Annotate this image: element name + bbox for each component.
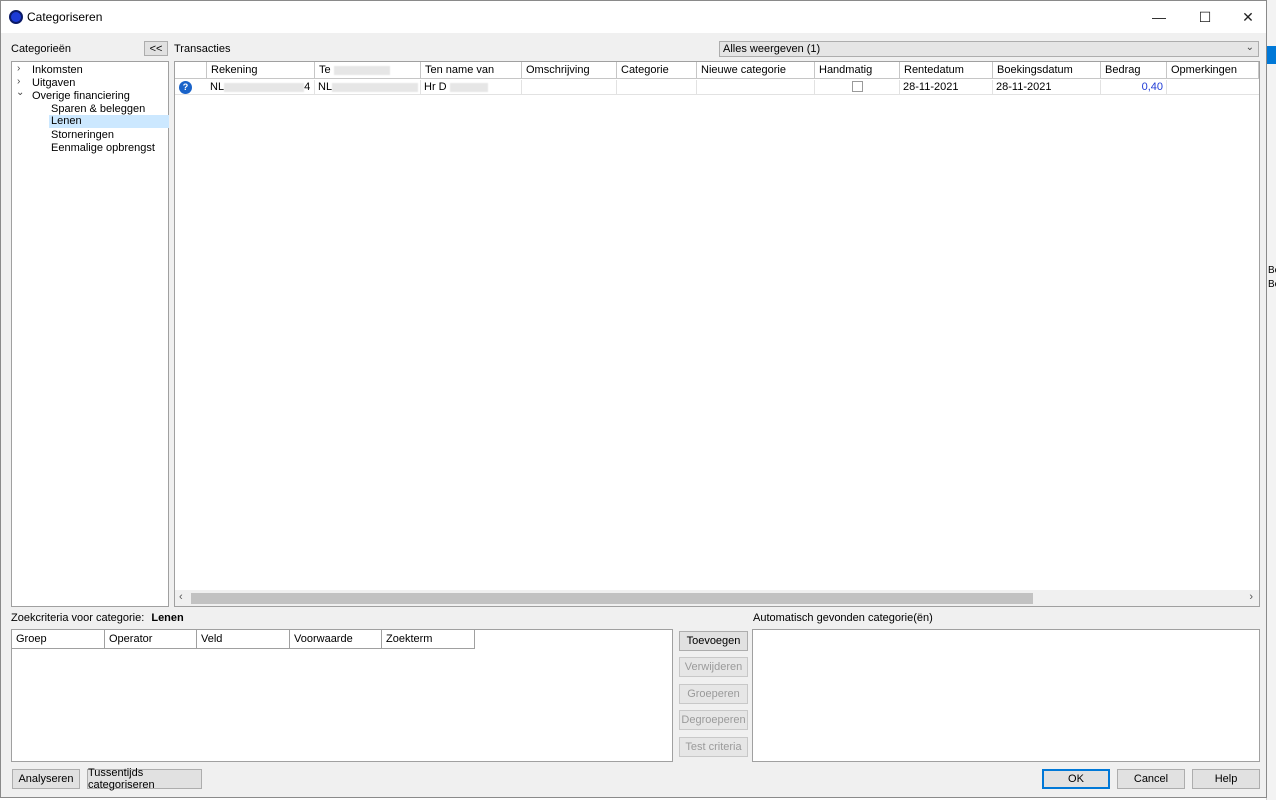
tree-item-storneringen[interactable]: Storneringen [51,129,114,142]
background-window-edge: Be Be [1266,0,1276,800]
app-icon [9,10,23,24]
maximize-icon: ☐ [1198,8,1212,25]
horizontal-scrollbar[interactable]: ‹ › [175,590,1259,606]
close-button[interactable]: ✕ [1225,1,1271,33]
column-header-bedrag[interactable]: Bedrag [1101,62,1167,79]
column-header-nieuwe-categorie[interactable]: Nieuwe categorie [697,62,815,79]
auto-found-list[interactable] [752,629,1260,762]
column-header-tegenrekening-label: Te [319,64,331,76]
window-title: Categoriseren [27,10,103,24]
column-header-rekening[interactable]: Rekening [207,62,315,79]
rekening-prefix: NL [210,81,225,93]
redacted-text [224,82,305,92]
column-header-groep[interactable]: Groep [12,630,105,649]
opmerkingen-cell [1167,80,1259,94]
test-criteria-button[interactable]: Test criteria [679,737,748,757]
tegenrekening-prefix: NL [318,81,333,93]
question-icon[interactable]: ? [179,81,192,94]
scrollbar-thumb[interactable] [191,593,1033,604]
criteria-label-text: Zoekcriteria voor categorie: [11,612,145,624]
tree-item-inkomsten[interactable]: Inkomsten [32,64,83,77]
bedrag-cell: 0,40 [1101,80,1167,94]
rekening-cell: NL 4 [207,80,315,94]
column-header-veld[interactable]: Veld [197,630,290,649]
column-header-voorwaarde[interactable]: Voorwaarde [290,630,382,649]
background-text: Be [1268,279,1276,290]
verwijderen-button[interactable]: Verwijderen [679,657,748,677]
column-header-rentedatum[interactable]: Rentedatum [900,62,993,79]
column-header-status[interactable] [175,62,207,79]
column-header-zoekterm[interactable]: Zoekterm [382,630,475,649]
scroll-right-icon[interactable]: › [1249,591,1253,603]
filter-selected-value: Alles weergeven (1) [723,43,821,55]
background-text: Be [1268,265,1276,276]
maximize-button[interactable]: ☐ [1182,1,1228,33]
column-header-boekingsdatum[interactable]: Boekingsdatum [993,62,1101,79]
column-header-categorie[interactable]: Categorie [617,62,697,79]
criteria-header: Groep Operator Veld Voorwaarde Zoekterm [12,630,475,649]
tree-item-overige-financiering[interactable]: Overige financiering [32,90,130,103]
column-header-ten-name-van[interactable]: Ten name van [421,62,522,79]
help-button[interactable]: Help [1192,769,1260,789]
rentedatum-cell: 28-11-2021 [900,80,993,94]
close-icon: ✕ [1242,8,1254,25]
categoriseren-dialog: Categoriseren — ☐ ✕ Categorieën << › Ink… [0,0,1267,798]
analyseren-button[interactable]: Analyseren [12,769,80,789]
transaction-filter-dropdown[interactable]: Alles weergeven (1) ⌄ [719,41,1259,57]
minimize-icon: — [1152,9,1166,25]
ten-name-van-value: Hr D [424,81,447,93]
expand-icon[interactable]: › [17,63,20,74]
rekening-suffix: 4 [304,81,311,93]
handmatig-checkbox[interactable] [852,81,863,92]
nieuwe-categorie-cell[interactable] [697,80,815,94]
column-header-tegenrekening[interactable]: Te [315,62,421,79]
title-bar[interactable]: Categoriseren — ☐ ✕ [1,1,1266,33]
tree-item-lenen[interactable]: Lenen [49,115,169,128]
scroll-left-icon[interactable]: ‹ [179,591,183,603]
category-tree[interactable]: › Inkomsten › Uitgaven ⌄ Overige financi… [11,61,169,607]
handmatig-cell [815,80,900,94]
cancel-button[interactable]: Cancel [1117,769,1185,789]
criteria-table[interactable]: Groep Operator Veld Voorwaarde Zoekterm [11,629,673,762]
criteria-label: Zoekcriteria voor categorie: Lenen [11,612,184,624]
column-header-omschrijving[interactable]: Omschrijving [522,62,617,79]
ten-name-van-cell: Hr D [421,80,522,94]
criteria-category-name: Lenen [151,612,184,624]
expand-icon[interactable]: › [17,76,20,87]
tegenrekening-cell: NL [315,80,421,94]
grid-header: Rekening Te Ten name van Omschrijving Ca… [175,62,1259,79]
tree-item-uitgaven[interactable]: Uitgaven [32,77,75,90]
auto-found-label: Automatisch gevonden categorie(ën) [753,612,933,624]
tussentijds-categoriseren-button[interactable]: Tussentijds categoriseren [87,767,202,791]
transactions-label: Transacties [174,43,231,55]
minimize-button[interactable]: — [1136,1,1182,33]
redacted-text [333,65,390,75]
redacted-text [449,82,488,92]
categorie-cell [617,80,697,94]
collapse-icon[interactable]: ⌄ [16,87,24,98]
background-highlight [1267,46,1276,64]
redacted-text [332,82,419,92]
column-header-handmatig[interactable]: Handmatig [815,62,900,79]
groeperen-button[interactable]: Groeperen [679,684,748,704]
boekingsdatum-cell: 28-11-2021 [993,80,1101,94]
chevron-down-icon: ⌄ [1245,42,1254,53]
column-header-opmerkingen[interactable]: Opmerkingen [1167,62,1259,79]
table-row[interactable]: ? NL 4 NL Hr D 28-11-2021 28-11-2021 0,40 [175,80,1259,95]
degroeperen-button[interactable]: Degroeperen [679,710,748,730]
omschrijving-cell [522,80,617,94]
transactions-grid[interactable]: Rekening Te Ten name van Omschrijving Ca… [174,61,1260,607]
tree-item-eenmalige-opbrengst[interactable]: Eenmalige opbrengst [51,142,155,155]
toevoegen-button[interactable]: Toevoegen [679,631,748,651]
collapse-panel-button[interactable]: << [144,41,168,56]
categories-label: Categorieën [11,43,71,55]
column-header-operator[interactable]: Operator [105,630,197,649]
ok-button[interactable]: OK [1042,769,1110,789]
status-cell: ? [175,80,207,94]
